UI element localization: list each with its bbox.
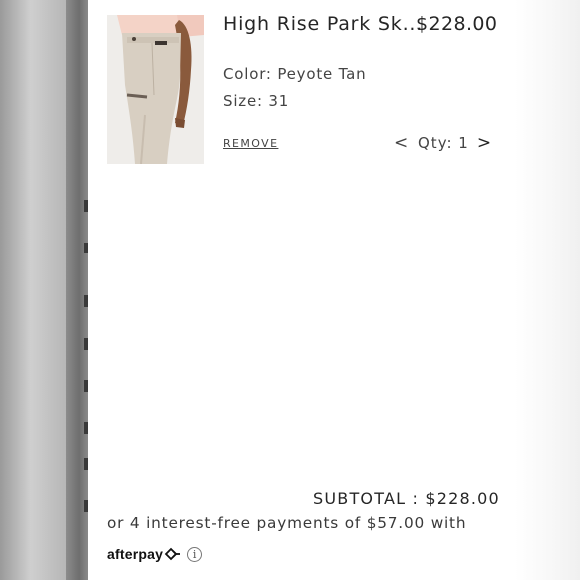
right-background (515, 0, 580, 580)
qty-increase-button[interactable]: > (477, 133, 491, 153)
remove-button[interactable]: REMOVE (223, 137, 278, 150)
info-icon[interactable]: i (187, 546, 203, 562)
quantity-stepper: < Qty: 1 > (394, 132, 491, 154)
product-color: Color: Peyote Tan (223, 65, 367, 83)
qty-label: Qty: 1 (418, 134, 469, 152)
afterpay-row: afterpay i (107, 543, 203, 565)
afterpay-logo: afterpay (107, 546, 164, 562)
product-thumbnail[interactable] (107, 15, 204, 164)
product-size: Size: 31 (223, 92, 290, 110)
background-page-dimmed (0, 0, 68, 580)
installment-text: or 4 interest-free payments of $57.00 wi… (107, 514, 467, 532)
product-price: $228.00 (416, 13, 498, 35)
product-title[interactable]: High Rise Park Sk... (223, 13, 423, 35)
afterpay-loop-icon (164, 547, 182, 561)
qty-decrease-button[interactable]: < (394, 133, 412, 153)
subtotal: SUBTOTAL : $228.00 (313, 489, 500, 508)
cart-drawer: High Rise Park Sk... $228.00 Color: Peyo… (88, 0, 515, 580)
product-image (107, 15, 204, 164)
